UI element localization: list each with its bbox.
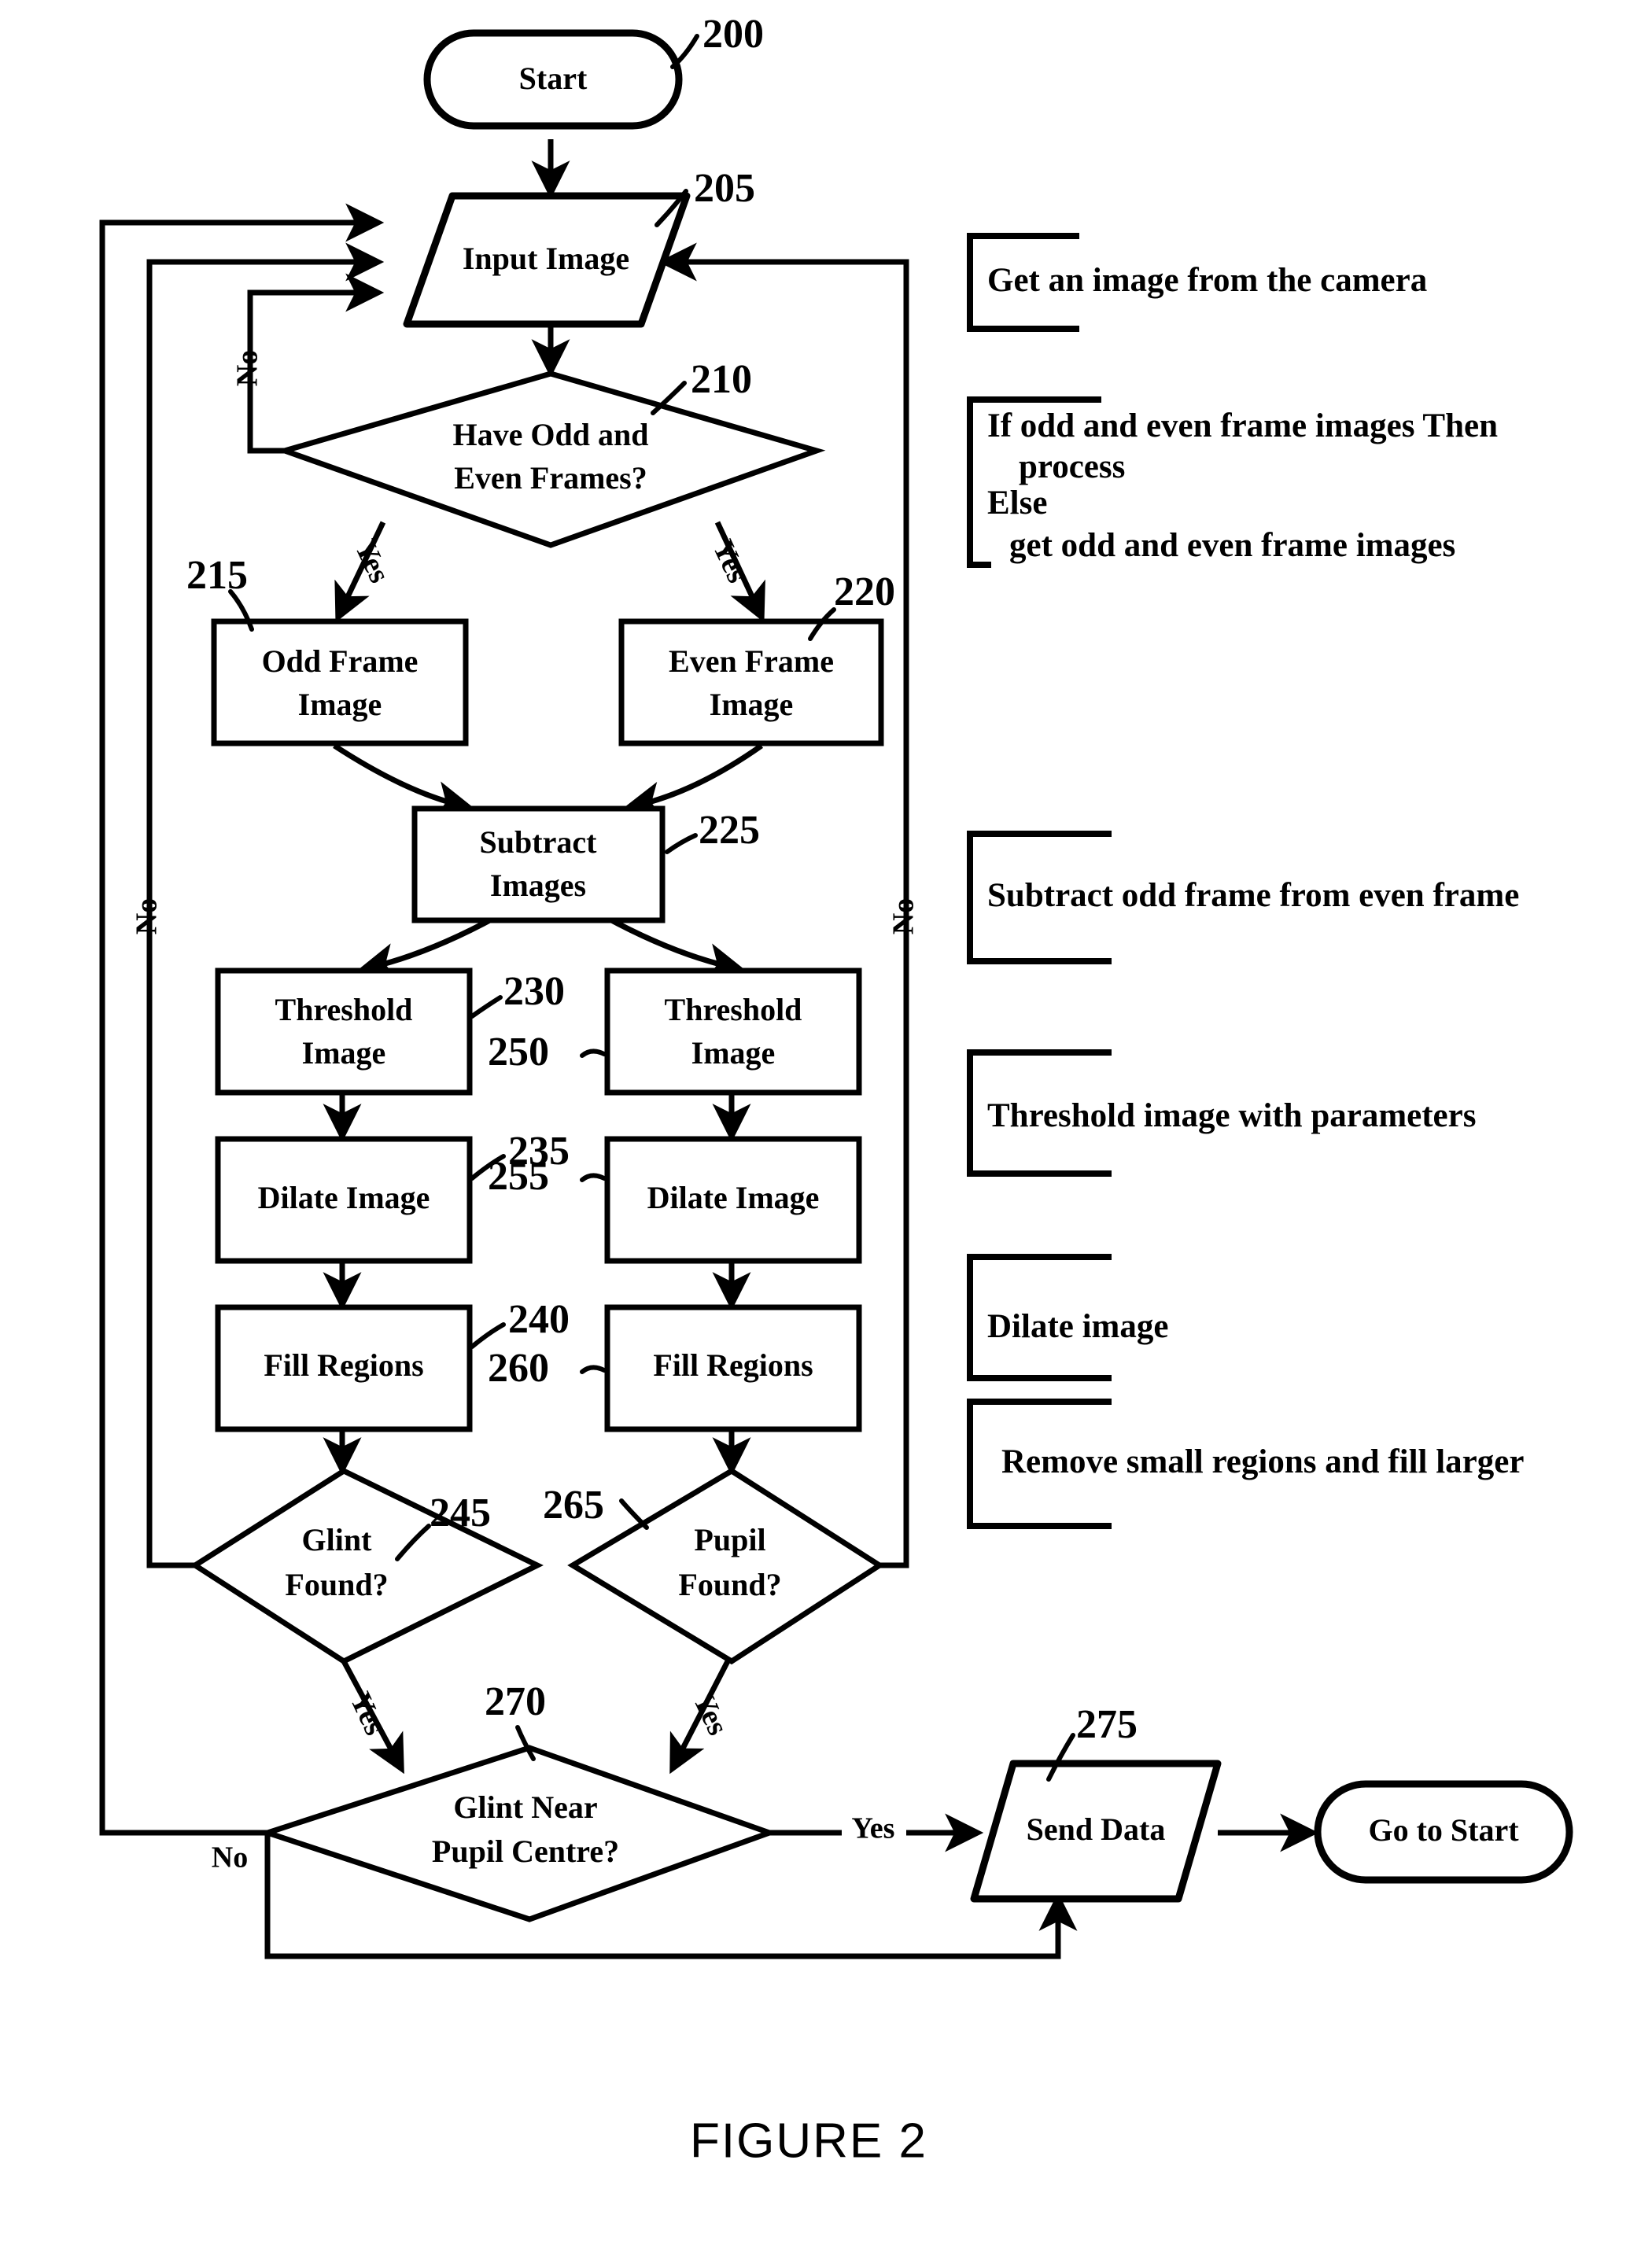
note-5-line-1: Dilate image	[987, 1308, 1168, 1345]
leader-250	[580, 1049, 607, 1058]
ref-number-260: 260	[488, 1346, 549, 1391]
node-glint-found-label-line1: Glint	[302, 1522, 373, 1557]
leader-225	[665, 833, 698, 854]
edge-label-glintnear-yes: Yes	[852, 1812, 895, 1845]
note-2-line-2: process	[1019, 448, 1125, 485]
node-have-frames-label-line2: Even Frames?	[454, 460, 647, 496]
node-even-frame-shape	[618, 618, 884, 746]
ref-number-220: 220	[834, 569, 895, 614]
node-glint-found-label-line2: Found?	[285, 1567, 388, 1602]
note-1-line-1: Get an image from the camera	[987, 262, 1427, 299]
ref-number-265: 265	[543, 1483, 604, 1528]
node-threshold-left-shape	[215, 968, 473, 1096]
node-fill-left-label: Fill Regions	[264, 1347, 423, 1383]
edge-odd-to-subtract	[333, 743, 474, 820]
node-even-frame-label-line1: Even Frame	[669, 643, 834, 679]
note-4-line-1: Threshold image with parameters	[987, 1097, 1476, 1134]
node-threshold-left-label-line2: Image	[302, 1035, 386, 1071]
ref-number-225: 225	[699, 808, 760, 853]
node-pupil-found-label-line2: Found?	[678, 1567, 781, 1602]
leader-200	[670, 34, 699, 69]
ref-number-210: 210	[691, 357, 752, 402]
patent-figure: Start Input Image Have Odd and Even Fram…	[0, 0, 1652, 2252]
node-pupil-found-label-line1: Pupil	[694, 1522, 765, 1557]
edge-label-glintnear-no: No	[212, 1841, 248, 1874]
leader-255	[580, 1173, 607, 1182]
leader-240	[470, 1322, 506, 1349]
note-6-line-1: Remove small regions and fill larger	[1001, 1443, 1524, 1480]
node-go-to-start-label: Go to Start	[1368, 1812, 1519, 1848]
node-even-frame-label-line2: Image	[710, 687, 794, 722]
ref-number-200: 200	[702, 12, 764, 57]
leader-265	[619, 1498, 649, 1530]
ref-number-205: 205	[694, 166, 755, 211]
edge-subtract-to-threshold-right	[604, 914, 746, 982]
edge-label-glint-found-no: No	[131, 898, 164, 934]
node-glint-near-pupil-label-line2: Pupil Centre?	[432, 1834, 619, 1869]
node-input-image-label: Input Image	[463, 241, 629, 276]
ref-number-250: 250	[488, 1030, 549, 1074]
node-threshold-right-label-line1: Threshold	[665, 992, 802, 1027]
node-threshold-left-label-line1: Threshold	[275, 992, 413, 1027]
flowchart-diagram: Start Input Image Have Odd and Even Fram…	[99, 12, 1573, 2168]
node-dilate-left-label: Dilate Image	[258, 1180, 430, 1215]
node-dilate-right-label: Dilate Image	[647, 1180, 820, 1215]
node-odd-frame-shape	[211, 618, 469, 746]
ref-number-245: 245	[430, 1491, 491, 1535]
node-subtract-label-line1: Subtract	[480, 824, 598, 860]
node-fill-right-label: Fill Regions	[653, 1347, 813, 1383]
node-glint-near-pupil-label-line1: Glint Near	[453, 1789, 597, 1825]
node-threshold-right-shape	[604, 968, 862, 1096]
figure-caption: FIGURE 2	[690, 2114, 927, 2168]
edge-subtract-to-threshold-left	[357, 914, 497, 982]
ref-number-240: 240	[508, 1297, 570, 1342]
node-start-label: Start	[519, 61, 588, 96]
ref-number-255: 255	[488, 1154, 549, 1199]
node-subtract-label-line2: Images	[490, 868, 586, 903]
leader-260	[580, 1365, 607, 1374]
node-pupil-found-shape	[567, 1467, 885, 1665]
note-2-line-1: If odd and even frame images Then	[987, 407, 1498, 444]
ref-number-215: 215	[186, 553, 248, 598]
edge-label-haveframes-no: No	[231, 350, 264, 386]
ref-number-275: 275	[1076, 1702, 1138, 1747]
ref-number-270: 270	[485, 1679, 546, 1724]
leader-230	[470, 995, 503, 1019]
note-2-line-4: get odd and even frame images	[1009, 527, 1455, 564]
node-send-data-label: Send Data	[1027, 1812, 1166, 1847]
ref-number-230: 230	[503, 969, 565, 1014]
edge-label-pupil-found-no: No	[887, 898, 920, 934]
node-have-frames-label-line1: Have Odd and	[453, 417, 649, 452]
node-odd-frame-label-line1: Odd Frame	[262, 643, 419, 679]
note-2-line-3: Else	[987, 485, 1047, 522]
node-threshold-right-label-line2: Image	[691, 1035, 776, 1071]
note-3-line-1: Subtract odd frame from even frame	[987, 877, 1519, 914]
edge-even-to-subtract	[622, 743, 764, 820]
node-odd-frame-label-line2: Image	[298, 687, 382, 722]
